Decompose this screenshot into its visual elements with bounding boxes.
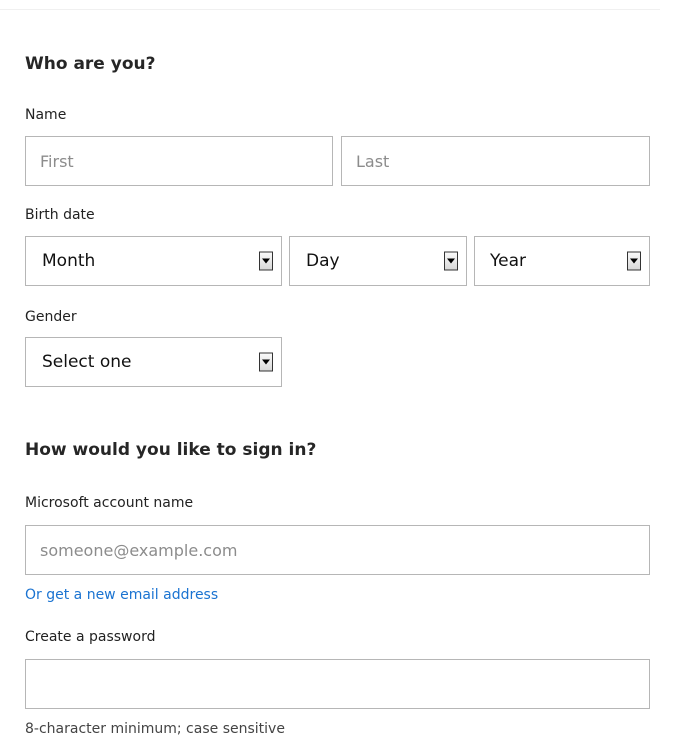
chevron-down-icon[interactable] <box>259 251 273 271</box>
birth-year-select[interactable]: Year <box>474 236 650 286</box>
password-hint: 8-character minimum; case sensitive <box>25 721 285 737</box>
birth-day-value: Day <box>306 251 340 271</box>
who-are-you-heading: Who are you? <box>25 54 156 74</box>
name-label: Name <box>25 107 67 123</box>
birth-day-select[interactable]: Day <box>289 236 467 286</box>
password-input[interactable] <box>25 659 650 709</box>
gender-label: Gender <box>25 309 77 325</box>
gender-value: Select one <box>42 352 132 372</box>
new-email-link[interactable]: Or get a new email address <box>25 587 218 603</box>
last-name-input[interactable] <box>341 136 650 186</box>
account-name-label: Microsoft account name <box>25 495 194 511</box>
chevron-down-icon[interactable] <box>627 251 641 271</box>
gender-select[interactable]: Select one <box>25 337 282 387</box>
birth-date-label: Birth date <box>25 207 95 223</box>
top-divider <box>0 9 660 10</box>
birth-month-value: Month <box>42 251 96 271</box>
first-name-input[interactable] <box>25 136 333 186</box>
chevron-down-icon[interactable] <box>444 251 458 271</box>
chevron-down-icon[interactable] <box>259 352 273 372</box>
birth-month-select[interactable]: Month <box>25 236 282 286</box>
account-name-input[interactable] <box>25 525 650 575</box>
sign-in-heading: How would you like to sign in? <box>25 440 317 460</box>
birth-year-value: Year <box>490 251 526 271</box>
password-label: Create a password <box>25 629 156 645</box>
